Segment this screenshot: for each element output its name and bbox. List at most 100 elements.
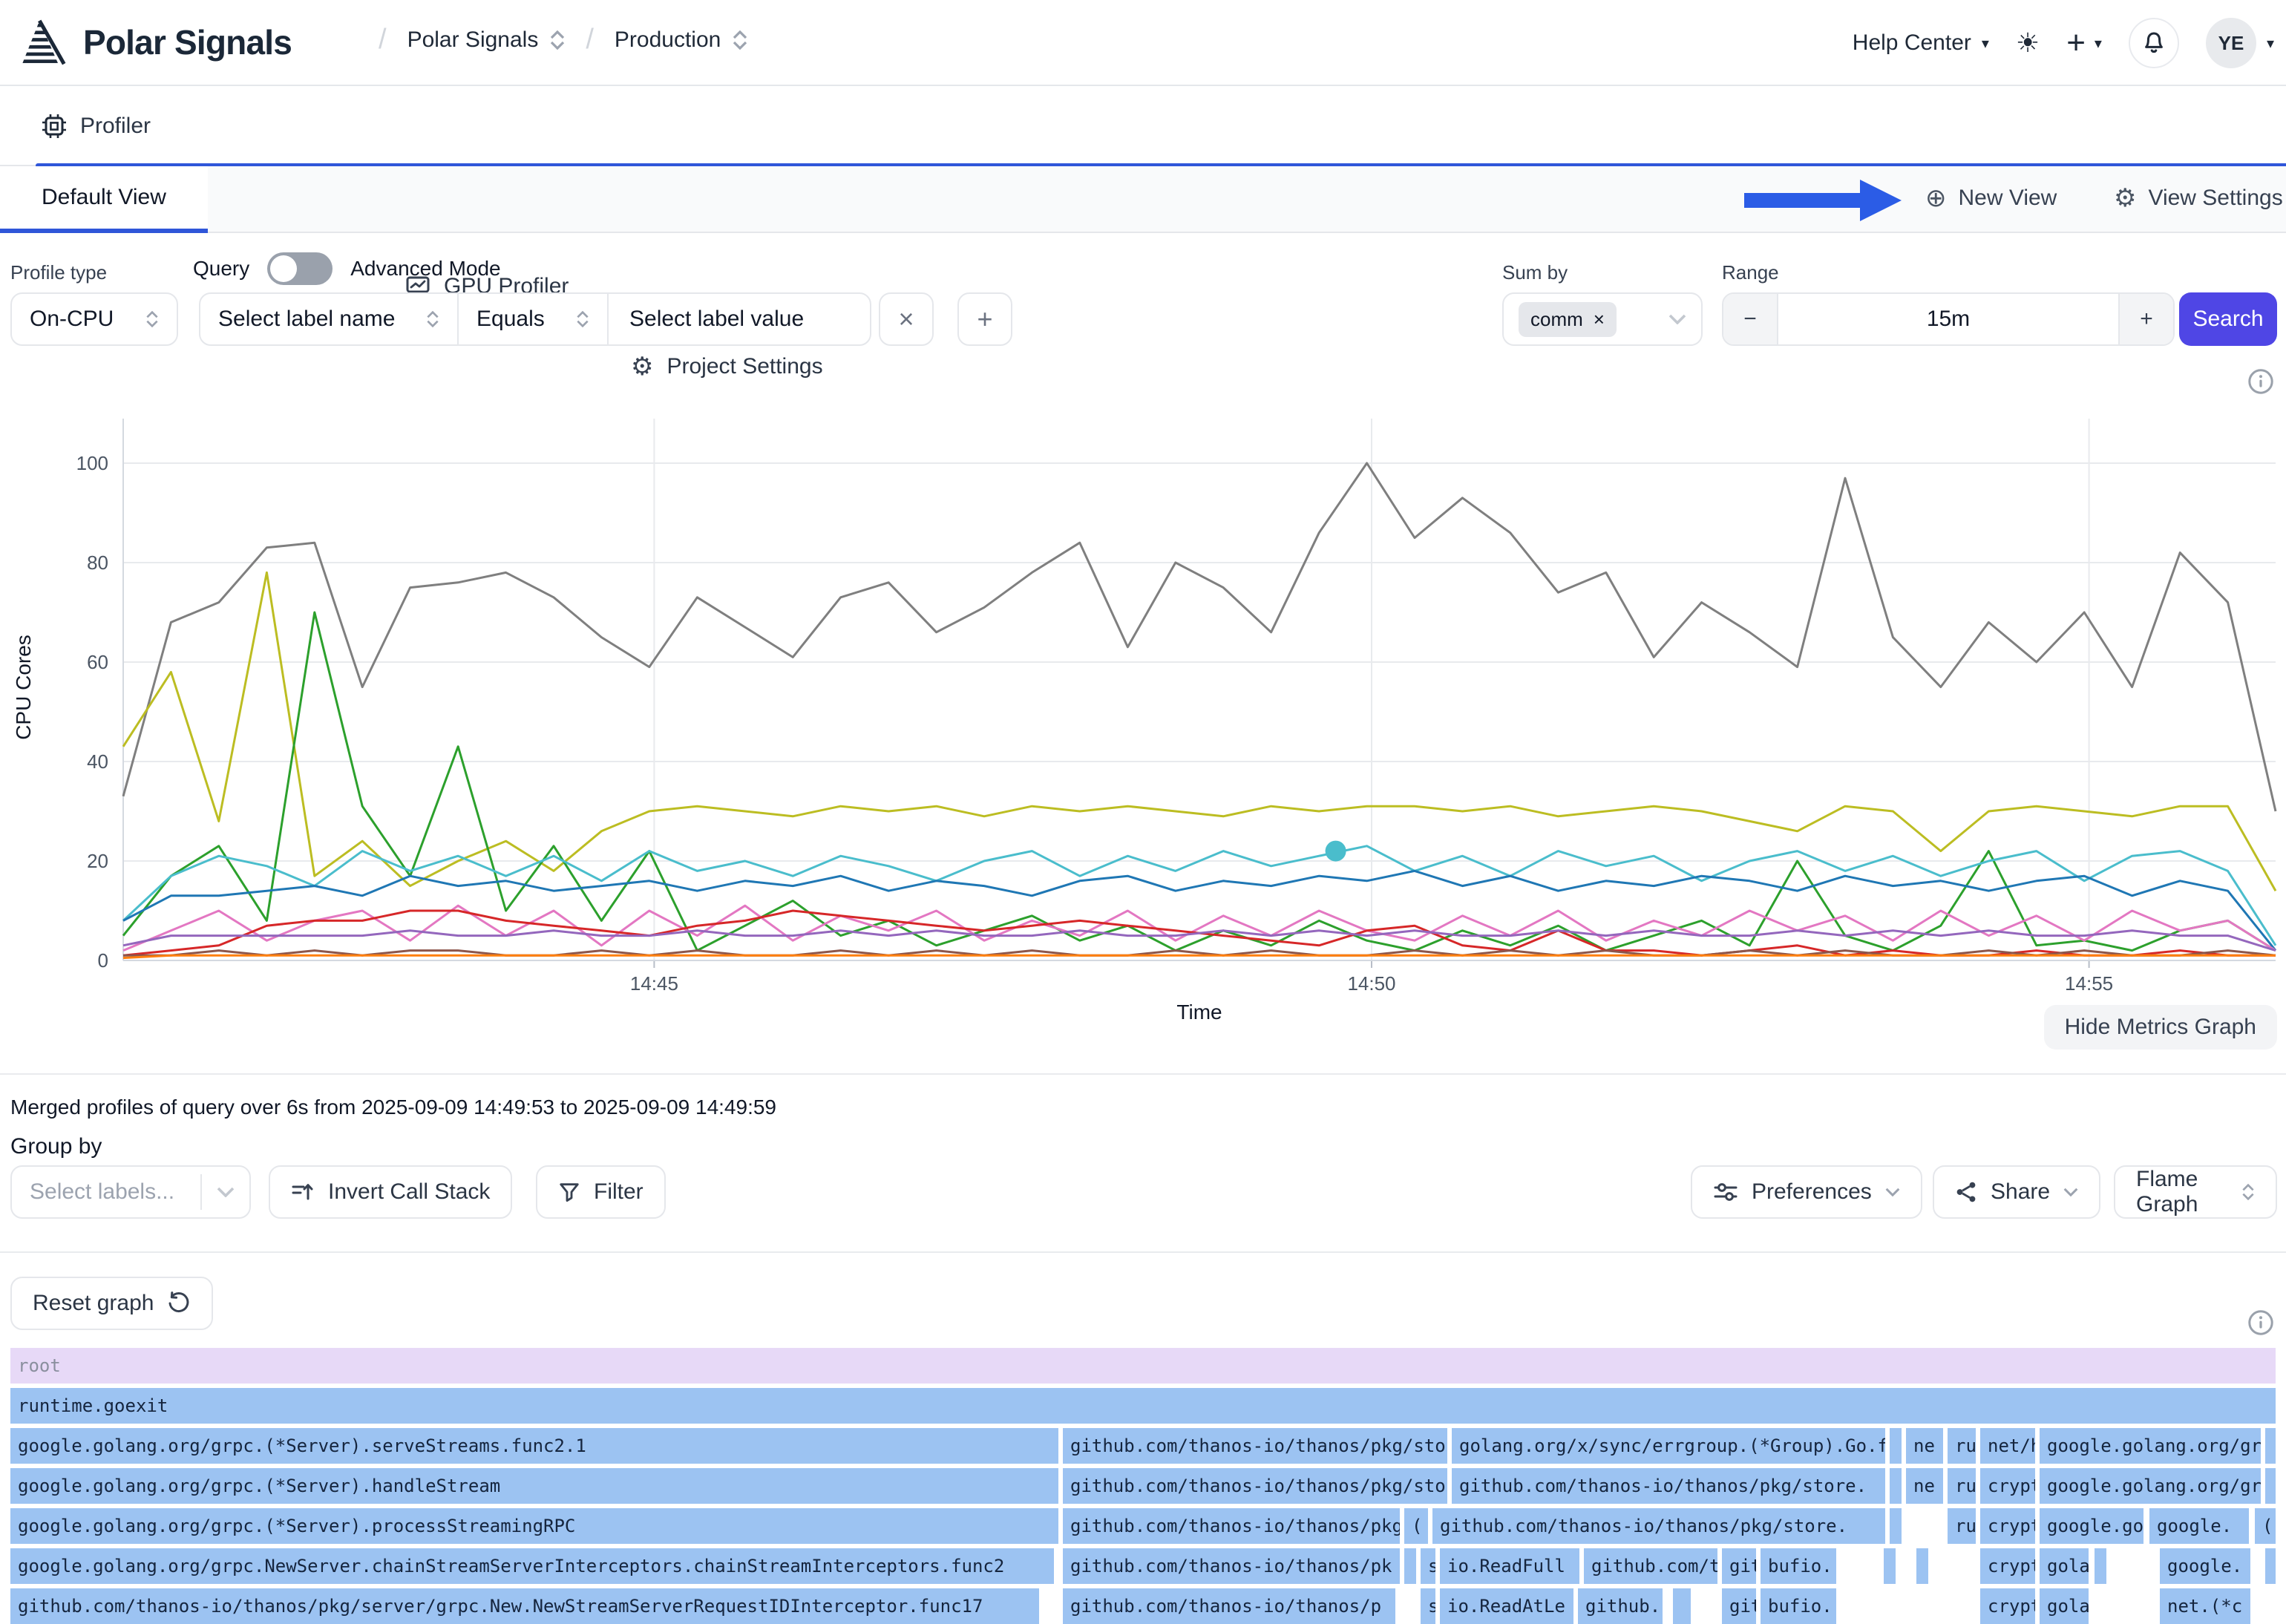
remove-tag-icon[interactable]: × <box>1594 308 1605 331</box>
flame-frame[interactable]: google.golang.org/grpc.NewServer.chainSt… <box>10 1548 1054 1584</box>
flame-frame[interactable] <box>1404 1548 1416 1584</box>
flame-frame[interactable]: github.com/thanos-io/thanos/pkg/store. <box>1432 1508 1885 1544</box>
flame-root-frame[interactable]: root <box>10 1348 2276 1384</box>
flame-frame[interactable]: github.com/thanos-io/thanos/pkg/server/g… <box>10 1588 1039 1624</box>
range-value[interactable]: 15m <box>1778 307 2118 332</box>
flame-frame[interactable]: s <box>1421 1588 1435 1624</box>
flame-frame[interactable] <box>2095 1548 2106 1584</box>
help-center-menu[interactable]: Help Center ▾ <box>1853 30 1989 56</box>
flame-frame[interactable]: io.ReadAtLe <box>1440 1588 1573 1624</box>
flame-frame[interactable]: ( <box>2255 1508 2276 1544</box>
flame-frame[interactable]: git <box>1722 1548 1756 1584</box>
range-decrease-button[interactable]: − <box>1723 294 1778 344</box>
flame-frame[interactable]: ru <box>1948 1508 1976 1544</box>
flame-frame[interactable]: github.com/thanos-io/thanos/pkg/store. <box>1452 1468 1885 1504</box>
search-button[interactable]: Search <box>2179 292 2277 346</box>
invert-call-stack-button[interactable]: Invert Call Stack <box>269 1165 512 1219</box>
flame-frame[interactable]: ( <box>1404 1508 1428 1544</box>
tab-profiler[interactable]: Profiler <box>42 86 2286 166</box>
flame-frame[interactable]: crypto <box>1980 1468 2035 1504</box>
flame-frame[interactable]: google.golang.org/grpc <box>2040 1428 2261 1464</box>
user-menu[interactable]: YE ▾ <box>2206 18 2274 68</box>
flame-frame[interactable]: github.com/th <box>1584 1548 1717 1584</box>
share-button[interactable]: Share <box>1933 1165 2100 1219</box>
logo[interactable]: Polar Signals <box>21 18 292 67</box>
flame-frame[interactable] <box>1890 1428 1902 1464</box>
flame-frame[interactable]: google. <box>2160 1548 2250 1584</box>
series-pink <box>123 906 2276 950</box>
app-header: Polar Signals / Polar Signals / Producti… <box>0 0 2286 86</box>
flame-frame[interactable] <box>2265 1428 2276 1464</box>
sum-by-select[interactable]: comm × <box>1502 292 1703 346</box>
breadcrumb-project-selector[interactable]: Production <box>615 27 747 53</box>
flame-frame[interactable]: net.(*c <box>2160 1588 2250 1624</box>
visualization-type-select[interactable]: Flame Graph <box>2114 1165 2277 1219</box>
flame-frame[interactable]: crypto <box>1980 1508 2035 1544</box>
advanced-mode-toggle[interactable] <box>267 252 333 285</box>
flame-frame[interactable]: ne <box>1906 1428 1943 1464</box>
flame-frame[interactable] <box>1673 1588 1691 1624</box>
flame-frame[interactable]: google.golang.org/grpc.(*Server).process… <box>10 1508 1058 1544</box>
flame-frame[interactable]: bufio. <box>1761 1548 1836 1584</box>
tab-default-view[interactable]: Default View <box>0 166 208 233</box>
flame-frame[interactable]: github.com/thanos-io/thanos/pkg/store <box>1063 1468 1447 1504</box>
flame-frame[interactable] <box>2265 1548 2276 1584</box>
breadcrumb-org-selector[interactable]: Polar Signals <box>407 27 566 53</box>
flame-frame[interactable]: golang.org/x/sync/errgroup.(*Group).Go.f… <box>1452 1428 1885 1464</box>
reset-graph-button[interactable]: Reset graph <box>10 1277 213 1330</box>
label-name-select[interactable]: Select label name <box>199 292 459 346</box>
add-matcher-button[interactable]: + <box>957 292 1012 346</box>
range-increase-button[interactable]: + <box>2118 294 2173 344</box>
flame-frame[interactable]: google.golang.org/grpc.(*Server).handleS… <box>10 1468 1058 1504</box>
theme-toggle-sun-icon[interactable]: ☀ <box>2016 27 2040 59</box>
flame-frame[interactable]: io.ReadFull <box>1440 1548 1579 1584</box>
caret-down-icon: ▾ <box>1982 34 1989 53</box>
group-by-labels-select[interactable]: Select labels... <box>10 1165 251 1219</box>
flame-frame[interactable] <box>1916 1548 1928 1584</box>
flame-frame[interactable]: ne <box>1906 1468 1943 1504</box>
flame-graph-info-icon[interactable] <box>2247 1309 2274 1342</box>
header-actions: Help Center ▾ ☀ + ▾ YE ▾ <box>1853 18 2274 68</box>
hide-metrics-graph-button[interactable]: Hide Metrics Graph <box>2044 1005 2277 1050</box>
flame-frame[interactable]: bufio. <box>1761 1588 1836 1624</box>
preferences-button[interactable]: Preferences <box>1691 1165 1922 1219</box>
flame-frame[interactable]: gola <box>2040 1548 2089 1584</box>
flame-frame[interactable] <box>1890 1468 1902 1504</box>
filter-button[interactable]: Filter <box>536 1165 666 1219</box>
flame-frame[interactable]: gola <box>2040 1588 2089 1624</box>
flame-frame[interactable]: github. <box>1578 1588 1663 1624</box>
flame-frame[interactable]: git <box>1722 1588 1756 1624</box>
flame-frame[interactable]: github.com/thanos-io/thanos/pkg/store.(*… <box>1063 1428 1447 1464</box>
flame-frame[interactable]: runtime.goexit <box>10 1388 2276 1424</box>
flame-frame[interactable] <box>1890 1508 1902 1544</box>
flame-frame[interactable]: google. <box>2149 1508 2249 1544</box>
flame-frame[interactable]: google.go <box>2040 1508 2143 1544</box>
flame-frame[interactable] <box>1884 1548 1896 1584</box>
view-settings-button[interactable]: ⚙ View Settings <box>2114 186 2283 211</box>
flame-frame[interactable]: ru <box>1948 1468 1976 1504</box>
chevron-down-icon <box>1885 1188 1900 1196</box>
operator-select[interactable]: Equals <box>457 292 609 346</box>
create-new-menu[interactable]: + ▾ <box>2066 24 2102 62</box>
new-view-button[interactable]: ⊕ New View <box>1925 186 2057 211</box>
breadcrumb-org-label: Polar Signals <box>407 27 539 53</box>
flame-frame[interactable]: ru <box>1948 1428 1976 1464</box>
flame-frame[interactable] <box>2265 1468 2276 1504</box>
flame-frame[interactable]: github.com/thanos-io/thanos/p <box>1063 1588 1395 1624</box>
flame-frame[interactable]: github.com/thanos-io/thanos/pk <box>1063 1548 1400 1584</box>
flame-frame[interactable]: google.golang.org/grpc.(*Server).serveSt… <box>10 1428 1058 1464</box>
flame-frame[interactable]: s <box>1421 1548 1435 1584</box>
notifications-button[interactable] <box>2129 18 2179 68</box>
label-value-input[interactable]: Select label value <box>607 292 871 346</box>
flame-frame[interactable]: crypto <box>1980 1588 2035 1624</box>
profile-type-select[interactable]: On-CPU <box>10 292 178 346</box>
flame-frame[interactable]: net/http <box>1980 1428 2035 1464</box>
flame-frame[interactable]: crypto <box>1980 1548 2035 1584</box>
metrics-line-chart[interactable]: 14:4514:5014:55020406080100 <box>0 401 2286 1069</box>
flame-frame[interactable]: google.golang.org/grpc <box>2040 1468 2261 1504</box>
flame-frame[interactable]: github.com/thanos-io/thanos/pkg/ <box>1063 1508 1400 1544</box>
flame-graph[interactable]: root runtime.goexit google.golang.org/grpc… <box>10 1348 2276 1617</box>
metrics-chart-container[interactable]: 14:4514:5014:55020406080100 CPU Cores Ti… <box>0 401 2286 1069</box>
remove-matcher-button[interactable]: × <box>879 292 934 346</box>
metrics-info-icon[interactable] <box>2247 368 2274 401</box>
